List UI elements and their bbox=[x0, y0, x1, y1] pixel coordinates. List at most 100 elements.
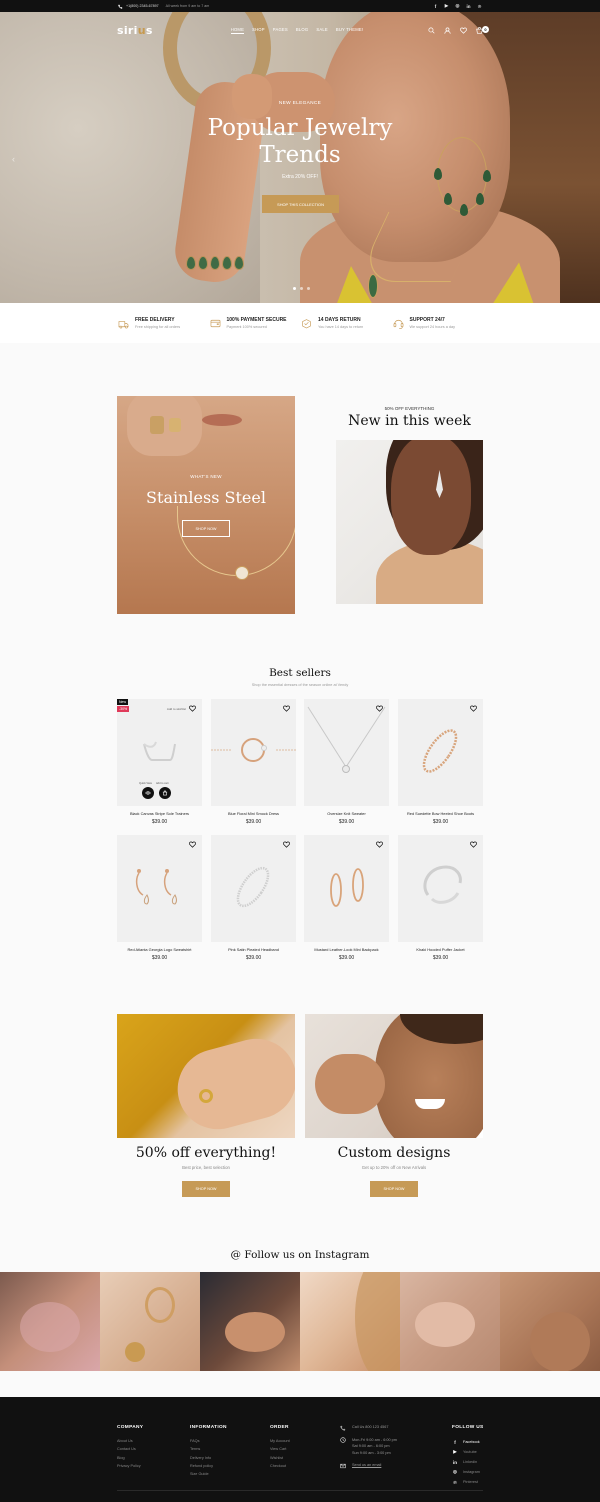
heart-icon[interactable] bbox=[189, 841, 196, 848]
product-image[interactable] bbox=[398, 699, 483, 806]
product-name[interactable]: Blue Floral Mini Smock Dress bbox=[211, 811, 296, 816]
instagram-icon[interactable]: ◎ bbox=[455, 3, 460, 9]
heart-icon[interactable] bbox=[376, 705, 383, 712]
footer-link[interactable]: Checkout bbox=[270, 1462, 290, 1470]
product-card[interactable]: Mustard Leather-Look Mini Backpack $39.0… bbox=[304, 835, 389, 961]
menu-item-sale[interactable]: SALE bbox=[316, 27, 328, 34]
product-image[interactable]: New -30% Add to wishlist Quick View Add t… bbox=[117, 699, 202, 806]
footer-link[interactable]: View Cart bbox=[270, 1445, 290, 1453]
linkedin-icon[interactable]: in bbox=[466, 4, 471, 9]
footer-social-instagram[interactable]: ◎ Instagram bbox=[452, 1467, 483, 1477]
product-image[interactable] bbox=[398, 835, 483, 942]
slider-dot[interactable] bbox=[307, 287, 310, 290]
heart-icon[interactable] bbox=[283, 705, 290, 712]
footer-social-youtube[interactable]: ▶ Youtube bbox=[452, 1447, 483, 1457]
wishlist-icon[interactable] bbox=[460, 26, 467, 34]
footer-social-pinterest[interactable]: ℗ Pinterest bbox=[452, 1477, 483, 1487]
cart-button[interactable]: 0 bbox=[476, 25, 489, 34]
facebook-icon[interactable]: f bbox=[433, 4, 438, 9]
instagram-post[interactable] bbox=[500, 1272, 600, 1371]
heart-icon[interactable] bbox=[376, 841, 383, 848]
search-icon[interactable] bbox=[428, 26, 435, 34]
heart-icon[interactable] bbox=[470, 705, 477, 712]
site-logo[interactable]: sirius bbox=[117, 24, 153, 37]
quick-view-button[interactable] bbox=[142, 787, 154, 799]
footer-link[interactable]: Refund policy bbox=[190, 1462, 227, 1470]
menu-item-home[interactable]: HOME bbox=[230, 27, 245, 34]
product-card[interactable]: Pink Satin Pleated Headband $39.00 bbox=[211, 835, 296, 961]
menu-item-buy-theme[interactable]: BUY THEME! bbox=[336, 27, 363, 34]
instagram-post[interactable] bbox=[100, 1272, 200, 1371]
footer-link[interactable]: Privacy Policy bbox=[117, 1462, 143, 1470]
topbar-phone[interactable]: +1(800) 2345-67897 All week from 9 am to… bbox=[118, 4, 209, 9]
promo-shop-now-button[interactable]: SHOP NOW bbox=[182, 520, 230, 537]
add-to-cart-button[interactable] bbox=[159, 787, 171, 799]
product-price: $39.00 bbox=[151, 955, 168, 961]
promo-stainless-steel[interactable]: WHAT'S NEW Stainless Steel SHOP NOW bbox=[117, 396, 295, 614]
feature-title: 14 DAYS RETURN bbox=[318, 317, 361, 323]
shop-now-button[interactable]: SHOP NOW bbox=[182, 1181, 230, 1197]
footer-email-link[interactable]: Send us an email bbox=[352, 1462, 381, 1469]
product-name[interactable]: Mustard Leather-Look Mini Backpack bbox=[304, 947, 389, 952]
footer-link[interactable]: Delivery Info bbox=[190, 1454, 227, 1462]
instagram-post[interactable] bbox=[200, 1272, 300, 1371]
product-card[interactable]: Red Suedette Bow Heeled Shoe Boots $39.0… bbox=[398, 699, 483, 825]
product-card[interactable]: Oversize Knit Sweater $39.00 bbox=[304, 699, 389, 825]
product-card[interactable]: New -30% Add to wishlist Quick View Add t… bbox=[117, 699, 202, 825]
footer-link[interactable]: Size Guide bbox=[190, 1470, 227, 1478]
product-image[interactable] bbox=[304, 835, 389, 942]
promo-image-50-off[interactable] bbox=[117, 1014, 295, 1138]
pinterest-icon[interactable]: ℗ bbox=[477, 4, 482, 9]
product-image[interactable] bbox=[211, 835, 296, 942]
youtube-icon[interactable]: ▶ bbox=[444, 3, 449, 9]
product-image[interactable] bbox=[304, 699, 389, 806]
best-sellers-subtitle: Shop the essential dresses of the season… bbox=[251, 683, 349, 687]
product-name[interactable]: Black Canvas Stripe Sole Trainers bbox=[117, 811, 202, 816]
footer-heading: INFORMATION bbox=[190, 1425, 227, 1430]
instagram-post[interactable] bbox=[300, 1272, 400, 1371]
heart-icon[interactable] bbox=[189, 705, 196, 712]
promo-image[interactable] bbox=[336, 440, 483, 604]
promo-image-necklace bbox=[177, 506, 295, 576]
product-name[interactable]: Red Suedette Bow Heeled Shoe Boots bbox=[398, 811, 483, 816]
slider-dot[interactable] bbox=[293, 287, 296, 290]
footer-link[interactable]: Terms bbox=[190, 1445, 227, 1453]
footer-social-facebook[interactable]: f Facebook bbox=[452, 1437, 483, 1447]
footer-link[interactable]: My Account bbox=[270, 1437, 290, 1445]
product-name[interactable]: Khaki Hooded Puffer Jacket bbox=[398, 947, 483, 952]
heart-icon[interactable] bbox=[283, 841, 290, 848]
shop-now-button[interactable]: SHOP NOW bbox=[370, 1181, 418, 1197]
product-name[interactable]: Red Atlanta Georgia Logo Sweatshirt bbox=[117, 947, 202, 952]
footer-phone[interactable]: Call Us 800 123 4567 bbox=[352, 1424, 389, 1431]
shop-collection-button[interactable]: SHOP THIS COLLECTION bbox=[262, 195, 339, 213]
menu-item-pages[interactable]: PAGES bbox=[273, 27, 288, 34]
menu-item-shop[interactable]: SHOP bbox=[252, 27, 265, 34]
feature-title: SUPPORT 24/7 bbox=[409, 317, 445, 323]
product-image[interactable] bbox=[117, 835, 202, 942]
product-price: $39.00 bbox=[245, 955, 262, 961]
footer-link[interactable]: FAQs bbox=[190, 1437, 227, 1445]
footer-link[interactable]: Blog bbox=[117, 1454, 143, 1462]
instagram-post[interactable] bbox=[0, 1272, 100, 1371]
product-name[interactable]: Oversize Knit Sweater bbox=[304, 811, 389, 816]
footer-link[interactable]: Wishlist bbox=[270, 1454, 290, 1462]
product-card[interactable]: Khaki Hooded Puffer Jacket $39.00 bbox=[398, 835, 483, 961]
features-bar: FREE DELIVERY Free shipping for all order… bbox=[0, 303, 600, 343]
heart-icon[interactable] bbox=[470, 841, 477, 848]
linkedin-icon: in bbox=[453, 1459, 457, 1465]
instagram-post[interactable] bbox=[400, 1272, 500, 1371]
promo-image-custom-designs[interactable] bbox=[305, 1014, 483, 1138]
menu-item-blog[interactable]: BLOG bbox=[296, 27, 308, 34]
product-card[interactable]: Blue Floral Mini Smock Dress $39.00 bbox=[211, 699, 296, 825]
account-icon[interactable] bbox=[444, 27, 451, 34]
product-name[interactable]: Pink Satin Pleated Headband bbox=[211, 947, 296, 952]
product-price: $39.00 bbox=[151, 819, 168, 825]
footer-link[interactable]: About Us bbox=[117, 1437, 143, 1445]
footer-contact: Call Us 800 123 4567 Mon-Fri 9:00 am - 6… bbox=[340, 1424, 397, 1475]
slider-dot[interactable] bbox=[300, 287, 303, 290]
footer-link[interactable]: Contact Us bbox=[117, 1445, 143, 1453]
footer-social-linkedin[interactable]: in Linkedin bbox=[452, 1457, 483, 1467]
footer-heading: ORDER bbox=[270, 1425, 289, 1430]
product-image[interactable] bbox=[211, 699, 296, 806]
product-card[interactable]: Red Atlanta Georgia Logo Sweatshirt $39.… bbox=[117, 835, 202, 961]
